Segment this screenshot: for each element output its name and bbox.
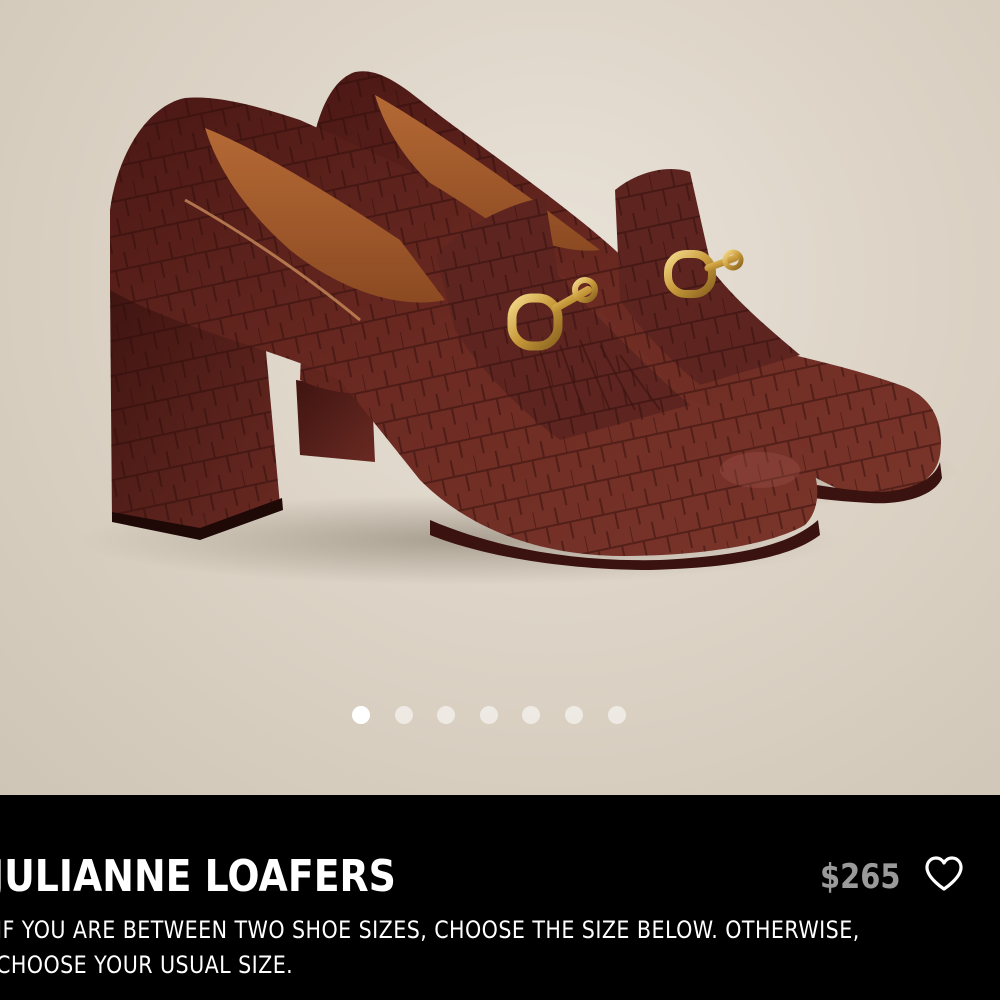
carousel-dot[interactable] (564, 706, 583, 724)
carousel-pagination (352, 706, 626, 724)
product-price: $265 (820, 857, 901, 897)
carousel-dot[interactable] (394, 706, 413, 724)
carousel-dot[interactable] (352, 706, 370, 724)
carousel-dot[interactable] (522, 706, 541, 724)
product-image-carousel[interactable] (0, 0, 1000, 795)
carousel-dot[interactable] (607, 706, 626, 724)
carousel-dot[interactable] (437, 706, 456, 724)
product-page: JULIANNE LOAFERS $265 IF YOU ARE BETWEEN… (0, 0, 1000, 1000)
loafers-image (80, 71, 960, 585)
carousel-dot[interactable] (479, 706, 498, 724)
heart-outline-icon[interactable] (924, 855, 964, 893)
product-title: JULIANNE LOAFERS (0, 851, 396, 902)
size-advice-text: IF YOU ARE BETWEEN TWO SHOE SIZES, CHOOS… (0, 916, 860, 979)
product-info-panel: JULIANNE LOAFERS $265 IF YOU ARE BETWEEN… (0, 795, 1000, 1000)
